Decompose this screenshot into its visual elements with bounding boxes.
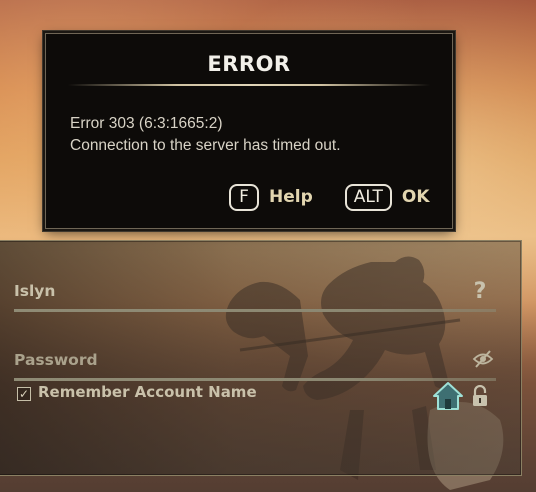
remember-checkbox[interactable]: ✓ bbox=[17, 387, 31, 401]
help-icon[interactable]: ? bbox=[470, 280, 490, 304]
ok-label: OK bbox=[401, 187, 430, 207]
home-icon[interactable] bbox=[432, 380, 464, 412]
account-name-input[interactable]: Islyn bbox=[14, 282, 55, 300]
help-label: Help bbox=[269, 187, 313, 207]
dialog-title: ERROR bbox=[207, 52, 291, 76]
error-message: Error 303 (6:3:1665:2) Connection to the… bbox=[70, 113, 341, 157]
keybind-f: F bbox=[229, 183, 259, 211]
password-field[interactable]: Password bbox=[14, 351, 98, 369]
error-code: Error 303 (6:3:1665:2) bbox=[70, 115, 223, 132]
dialog-actions: F Help ALT OK bbox=[229, 182, 430, 212]
help-button[interactable]: F Help bbox=[229, 183, 313, 211]
eye-slash-icon[interactable] bbox=[472, 349, 494, 369]
title-divider bbox=[68, 84, 430, 86]
account-name-underline bbox=[14, 309, 496, 312]
keybind-alt: ALT bbox=[344, 183, 392, 211]
password-underline bbox=[14, 378, 496, 381]
ok-button[interactable]: ALT OK bbox=[344, 183, 430, 211]
error-description: Connection to the server has timed out. bbox=[70, 137, 341, 154]
error-dialog: ERROR Error 303 (6:3:1665:2) Connection … bbox=[45, 33, 453, 229]
remember-account-label[interactable]: Remember Account Name bbox=[38, 383, 257, 401]
lock-icon[interactable] bbox=[471, 385, 489, 407]
